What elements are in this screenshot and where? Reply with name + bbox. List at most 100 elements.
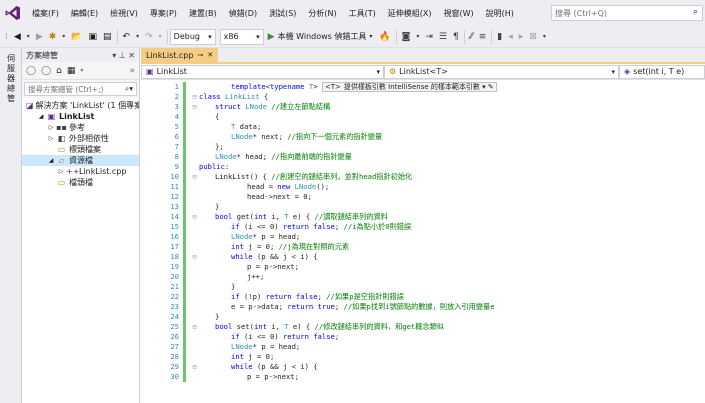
close-tab-icon[interactable]: ✕: [207, 51, 213, 59]
code-line[interactable]: 1 template<typename T> <T> 提供樣板引數 IntelliS…: [141, 82, 705, 92]
collapse-region-icon[interactable]: ⊟: [191, 362, 198, 372]
insights-dropdown-icon[interactable]: ▾: [413, 28, 422, 46]
panel-window-controls[interactable]: ▾ ⊥ ✕: [112, 51, 135, 60]
collapse-region-icon[interactable]: ⊟: [191, 172, 198, 182]
project-scope-dropdown[interactable]: ▣ LinkList ▾: [141, 64, 384, 79]
tree-item[interactable]: ◪ 解決方案 'LinkList' (1 個專案: [22, 100, 139, 111]
code-line[interactable]: 24}: [141, 312, 705, 322]
template-intellisense-hint[interactable]: <T> 提供樣板引數 IntelliSense 的樣本範本引數 ▾ ✎: [321, 82, 497, 92]
code-line[interactable]: 17 int j = 0; //j為現在對照的元素: [141, 242, 705, 252]
application-insights-icon[interactable]: ◙: [399, 28, 414, 46]
hot-reload-icon[interactable]: 🔥: [376, 28, 393, 46]
save-icon[interactable]: ▣: [86, 28, 101, 46]
solution-platform-select[interactable]: x86 ▾: [219, 28, 264, 45]
code-line[interactable]: 4{: [141, 112, 705, 122]
code-line[interactable]: 25 ⊟ bool set(int i, T e) { //修改鏈結串列的資料，和g…: [141, 322, 705, 332]
expand-icon[interactable]: ▷: [46, 135, 56, 142]
menu-item[interactable]: 建置(B): [183, 8, 223, 19]
code-line[interactable]: 9 public:: [141, 162, 705, 172]
code-line[interactable]: 22 if (!p) return false; //如果p是空指針則錯誤: [141, 292, 705, 302]
redo-icon[interactable]: ↷: [142, 28, 156, 46]
code-line[interactable]: 2 ⊟ class LinkList {: [141, 92, 705, 102]
code-line[interactable]: 30 p = p->next;: [141, 372, 705, 382]
collapse-region-icon[interactable]: ⊟: [191, 322, 198, 332]
menu-item[interactable]: 分析(N): [302, 8, 342, 19]
tree-item[interactable]: ▷ ▪▪ 參考: [22, 122, 139, 133]
navigate-back-icon[interactable]: ◀: [11, 28, 24, 46]
more-options-icon[interactable]: »: [129, 66, 135, 76]
code-line[interactable]: 28 int j = 0;: [141, 352, 705, 362]
menu-item[interactable]: 延伸模組(X): [382, 8, 438, 19]
code-line[interactable]: 14 ⊟ bool get(int i, T e) { //讀取鏈結串列的資料: [141, 212, 705, 222]
save-all-icon[interactable]: ▤: [100, 28, 115, 46]
code-line[interactable]: 5 T data;: [141, 122, 705, 132]
new-dropdown-icon[interactable]: ▾: [59, 28, 68, 46]
back-icon[interactable]: ◯: [26, 66, 36, 76]
code-line[interactable]: 27 LNode* p = head;: [141, 342, 705, 352]
switch-views-icon[interactable]: ▦: [67, 66, 76, 76]
code-line[interactable]: 13}: [141, 202, 705, 212]
code-line[interactable]: 23 e = p->data; return true; //如果p找到i號節點的…: [141, 302, 705, 312]
collapse-region-icon[interactable]: ⊟: [191, 92, 198, 102]
collapse-region-icon[interactable]: ⊟: [191, 212, 198, 222]
code-line[interactable]: 20 j++;: [141, 272, 705, 282]
tree-item[interactable]: ▷ ++ LinkList.cpp: [22, 166, 139, 177]
uncomment-icon[interactable]: ≡: [476, 28, 490, 46]
server-explorer-side-tab[interactable]: 伺服器總管: [0, 48, 22, 403]
menu-item[interactable]: 說明(H): [480, 8, 520, 19]
collapse-icon[interactable]: ◢: [36, 113, 46, 120]
menu-item[interactable]: 偵錯(D): [223, 8, 263, 19]
open-file-icon[interactable]: 📂: [68, 28, 85, 46]
toggle-whitespace-icon[interactable]: ¶: [450, 28, 462, 46]
code-line[interactable]: 15 if (i <= 0) return false; //i為點小於0則錯誤: [141, 222, 705, 232]
format-document-icon[interactable]: ☰: [436, 28, 450, 46]
code-area[interactable]: 1 template<typename T> <T> 提供樣板引數 IntelliS…: [141, 82, 705, 403]
tree-item[interactable]: ◢ ▣ LinkList: [22, 111, 139, 122]
menu-item[interactable]: 檔案(F): [26, 8, 65, 19]
redo-dropdown-icon[interactable]: ▾: [156, 28, 165, 46]
code-line[interactable]: 3 ⊟ struct LNode //建立左節點結構: [141, 102, 705, 112]
code-line[interactable]: 18 ⊟ while (p && j < i) {: [141, 252, 705, 262]
tree-item[interactable]: ◢ ▱ 資源檔: [22, 155, 139, 166]
code-line[interactable]: 16 LNode* p = head;: [141, 232, 705, 242]
tree-item[interactable]: ▭ 標頭檔案: [22, 144, 139, 155]
code-line[interactable]: 11 head = new LNode();: [141, 182, 705, 192]
expand-icon[interactable]: ▷: [56, 168, 66, 175]
code-line[interactable]: 21}: [141, 282, 705, 292]
collapse-region-icon[interactable]: ⊟: [191, 102, 198, 112]
expand-icon[interactable]: ▷: [46, 124, 56, 131]
collapse-icon[interactable]: ◢: [46, 157, 56, 164]
code-line[interactable]: 8 LNode* head; //指向最前端的指針變量: [141, 152, 705, 162]
menu-item[interactable]: 檢視(V): [104, 8, 144, 19]
member-scope-dropdown[interactable]: ◈ set(int i, T e): [619, 64, 705, 79]
previous-bookmark-icon[interactable]: ◂: [505, 28, 516, 46]
undo-icon[interactable]: ↶: [120, 28, 134, 46]
clear-bookmarks-icon[interactable]: ⊠: [526, 28, 540, 46]
code-line[interactable]: 10 ⊟ LinkList() { //創建空的鏈結串列，並對head指針初始化: [141, 172, 705, 182]
forward-icon[interactable]: ◯: [41, 66, 51, 76]
next-bookmark-icon[interactable]: ▸: [516, 28, 527, 46]
code-line[interactable]: 19 p = p->next;: [141, 262, 705, 272]
home-icon[interactable]: ⌂: [56, 66, 62, 76]
class-scope-dropdown[interactable]: ⚙ LinkList<T> ▾: [384, 64, 619, 79]
start-debugging-button[interactable]: ▶ 本機 Windows 偵錯工具 ▾: [264, 28, 377, 46]
code-line[interactable]: 7};: [141, 142, 705, 152]
toolbar-options-icon[interactable]: ▾: [540, 28, 549, 46]
menu-item[interactable]: 工具(T): [343, 8, 382, 19]
solution-configuration-select[interactable]: Debug ▾: [169, 28, 216, 45]
quick-launch-search[interactable]: 搜尋 (Ctrl+Q) ⌕: [551, 5, 703, 21]
code-line[interactable]: 6 LNode* next; //指向下一個元素的指針變量: [141, 132, 705, 142]
go-to-icon[interactable]: ⇥: [422, 28, 436, 46]
code-line[interactable]: 12 head->next = 0;: [141, 192, 705, 202]
bookmark-icon[interactable]: ▮: [494, 28, 505, 46]
new-project-icon[interactable]: ✱: [46, 28, 60, 46]
tree-item[interactable]: ▭ 檔頭檔: [22, 177, 139, 188]
visual-studio-logo-icon[interactable]: [0, 0, 26, 26]
pin-tab-icon[interactable]: ⊸: [197, 51, 203, 59]
document-tab-linklist-cpp[interactable]: LinkList.cpp ⊸ ✕: [141, 48, 219, 62]
tree-item[interactable]: ▷ ◧ 外部相依性: [22, 133, 139, 144]
solution-explorer-search[interactable]: 搜尋方案總管 (Ctrl+;) ⌕▾: [24, 82, 137, 96]
menu-item[interactable]: 編輯(E): [65, 8, 104, 19]
comment-out-icon[interactable]: ⁄⁄: [467, 28, 476, 46]
menu-item[interactable]: 專案(P): [144, 8, 183, 19]
